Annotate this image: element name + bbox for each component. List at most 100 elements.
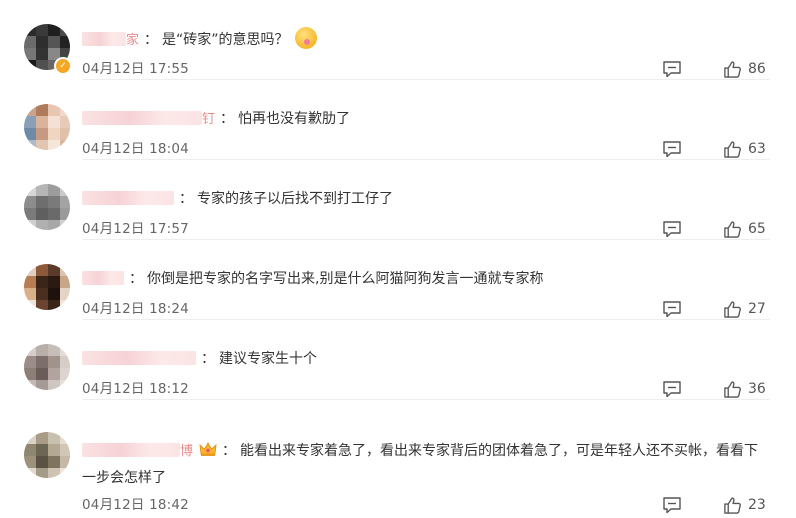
comment-date: 04月12日	[82, 141, 145, 157]
avatar-mosaic-tile	[48, 468, 60, 478]
avatar-mosaic-tile	[24, 356, 36, 368]
comment-timestamp: 04月12日 17:55	[82, 57, 189, 77]
avatar-mosaic-tile	[36, 468, 48, 478]
avatar-mosaic-tile	[60, 288, 70, 300]
username-blurred[interactable]	[82, 271, 124, 285]
comment-date: 04月12日	[82, 497, 145, 513]
comment-timestamp: 04月12日 18:04	[82, 137, 189, 157]
avatar-mosaic-tile	[24, 196, 36, 208]
avatar-mosaic-tile	[48, 104, 60, 116]
avatar-mosaic-tile	[60, 356, 70, 368]
reply-button[interactable]	[662, 140, 682, 158]
avatar-mosaic-tile	[24, 276, 36, 288]
avatar-mosaic-tile	[24, 48, 36, 60]
avatar-mosaic-tile	[36, 36, 48, 48]
avatar-mosaic-tile	[24, 444, 36, 456]
avatar-mosaic-tile	[60, 128, 70, 140]
comment-text: 你倒是把专家的名字写出来,别是什么阿猫阿狗发言一通就专家称	[147, 271, 544, 287]
reply-button[interactable]	[662, 496, 682, 514]
comment-line: ：专家的孩子以后找不到打工仔了	[82, 187, 766, 212]
comment-line: ：你倒是把专家的名字写出来,别是什么阿猫阿狗发言一通就专家称	[82, 267, 766, 292]
avatar-mosaic-tile	[60, 444, 70, 456]
like-button[interactable]: 23	[723, 494, 766, 516]
avatar-mosaic-tile	[24, 36, 36, 48]
avatar[interactable]	[24, 432, 70, 478]
username-tail[interactable]: 博	[180, 444, 193, 459]
avatar-mosaic-tile	[60, 276, 70, 288]
username-tail[interactable]: 家	[126, 33, 139, 48]
like-button[interactable]: 86	[723, 58, 766, 80]
avatar-mosaic-tile	[24, 380, 36, 390]
avatar-mosaic-tile	[36, 196, 48, 208]
comment-text: 建议专家生十个	[219, 351, 317, 367]
thumbs-up-icon	[724, 220, 741, 238]
avatar-mosaic-tile	[48, 196, 60, 208]
comment-text: 是“砖家”的意思吗？	[162, 32, 289, 48]
comment-line: 家 ：是“砖家”的意思吗？	[82, 27, 766, 53]
avatar-mosaic-tile	[36, 184, 48, 196]
comment-date: 04月12日	[82, 301, 145, 317]
avatar-mosaic-tile	[24, 264, 36, 276]
username-blurred[interactable]	[82, 32, 126, 46]
username-tail[interactable]: 钉	[202, 112, 215, 127]
comment-time: 17:57	[149, 221, 189, 237]
like-count: 86	[748, 61, 766, 77]
comment-time: 18:12	[149, 381, 189, 397]
colon-separator: ：	[179, 191, 193, 207]
like-button[interactable]: 63	[723, 138, 766, 160]
avatar-mosaic-tile	[60, 208, 70, 220]
like-button[interactable]: 65	[723, 218, 766, 240]
avatar-mosaic-tile	[60, 24, 70, 36]
like-count: 23	[748, 497, 766, 513]
comment-date: 04月12日	[82, 221, 145, 237]
comment-text: 专家的孩子以后找不到打工仔了	[197, 191, 393, 207]
comment-time: 17:55	[149, 61, 189, 77]
reply-button[interactable]	[662, 220, 682, 238]
avatar-mosaic-tile	[24, 140, 36, 150]
avatar-mosaic-tile	[36, 60, 48, 70]
avatar-mosaic-tile	[60, 140, 70, 150]
username-blurred[interactable]	[82, 351, 196, 365]
comment-item: 家 ：是“砖家”的意思吗？ 04月12日 17:55 86 ✓	[0, 0, 796, 80]
avatar[interactable]	[24, 264, 70, 310]
reply-icon	[663, 221, 681, 238]
reply-button[interactable]	[662, 300, 682, 318]
avatar-mosaic-tile	[24, 24, 36, 36]
avatar-mosaic-tile	[36, 356, 48, 368]
avatar-mosaic-tile	[36, 208, 48, 220]
like-button[interactable]: 27	[723, 298, 766, 320]
like-button[interactable]: 36	[723, 378, 766, 400]
thumbs-up-icon	[724, 140, 741, 158]
comment-line: 博：能看出来专家着急了，看出来专家背后的团体着急了，可是年轻人还不买帐，看看下一…	[82, 438, 766, 491]
avatar[interactable]	[24, 104, 70, 150]
reply-icon	[663, 497, 681, 514]
comment-timestamp: 04月12日 18:42	[82, 493, 189, 513]
comment-time: 18:04	[149, 141, 189, 157]
avatar-mosaic-tile	[48, 356, 60, 368]
avatar-mosaic-tile	[60, 432, 70, 444]
avatar-mosaic-tile	[36, 300, 48, 310]
comment-timestamp: 04月12日 18:12	[82, 377, 189, 397]
comment-item: 博：能看出来专家着急了，看出来专家背后的团体着急了，可是年轻人还不买帐，看看下一…	[0, 410, 796, 514]
username-blurred[interactable]	[82, 191, 174, 205]
avatar-mosaic-tile	[36, 368, 48, 380]
avatar-mosaic-tile	[60, 104, 70, 116]
avatar-mosaic-tile	[48, 456, 60, 468]
avatar-mosaic-tile	[60, 196, 70, 208]
comment-item: 钉 ：怕再也没有歉肋了 04月12日 18:04 63	[0, 80, 796, 160]
avatar-mosaic-tile	[36, 24, 48, 36]
reply-button[interactable]	[662, 380, 682, 398]
username-blurred[interactable]	[82, 111, 202, 125]
comment-text: 怕再也没有歉肋了	[238, 111, 351, 127]
avatar-mosaic-tile	[48, 380, 60, 390]
avatar-mosaic-tile	[48, 432, 60, 444]
avatar-mosaic-tile	[24, 60, 36, 70]
reply-button[interactable]	[662, 60, 682, 78]
thumbs-up-icon	[724, 60, 741, 78]
comment-date: 04月12日	[82, 61, 145, 77]
reply-icon	[663, 381, 681, 398]
username-blurred[interactable]	[82, 443, 180, 457]
avatar-mosaic-tile	[24, 344, 36, 356]
avatar[interactable]	[24, 344, 70, 390]
avatar[interactable]	[24, 184, 70, 230]
